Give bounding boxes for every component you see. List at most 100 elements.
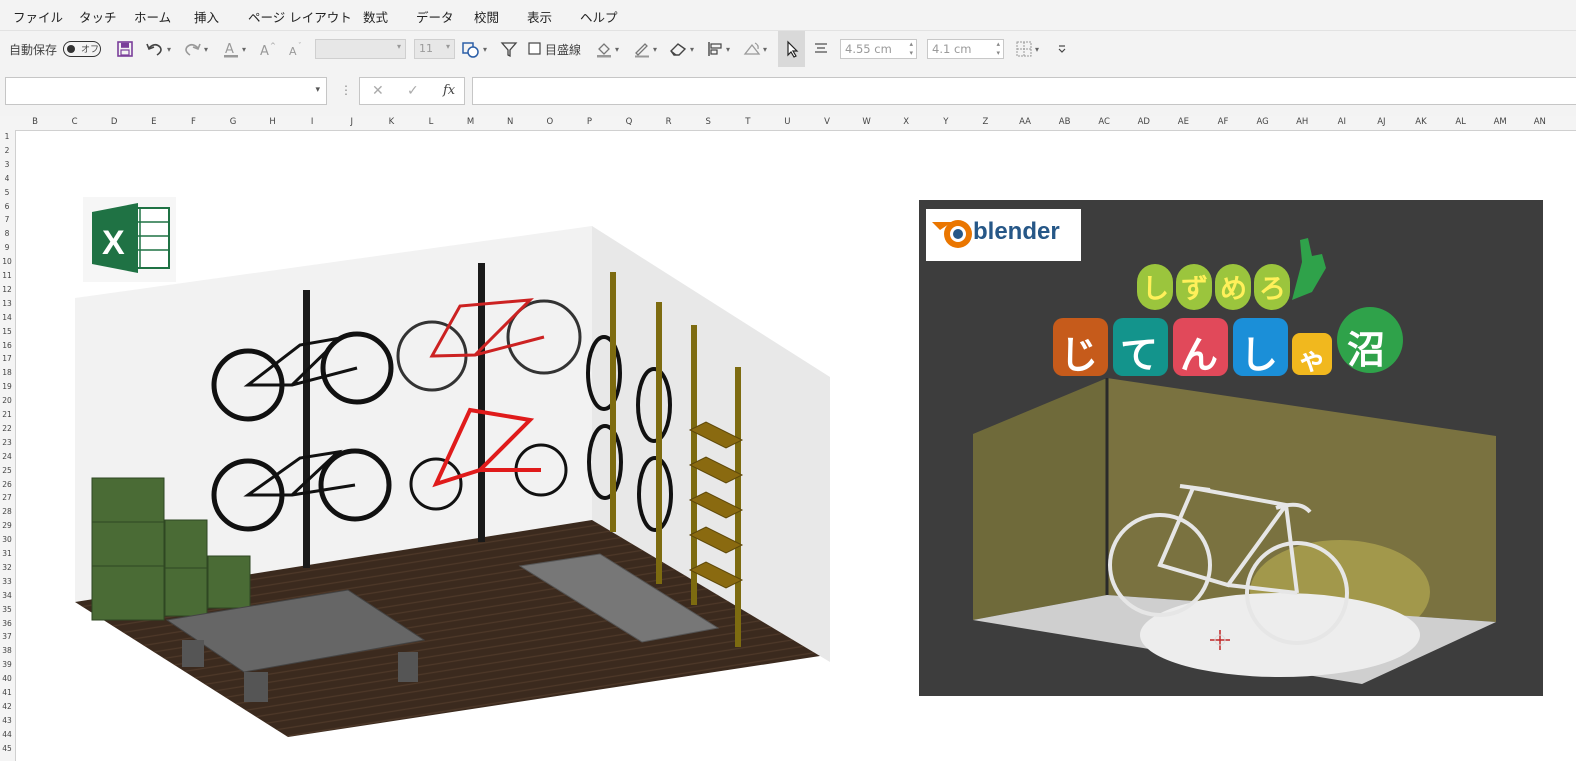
- row-header[interactable]: 45: [0, 744, 14, 753]
- column-header[interactable]: C: [55, 117, 95, 127]
- column-header[interactable]: M: [451, 117, 491, 127]
- row-header[interactable]: 39: [0, 660, 14, 669]
- name-box[interactable]: ▾: [5, 77, 327, 105]
- row-header[interactable]: 13: [0, 299, 14, 308]
- column-header[interactable]: AM: [1480, 117, 1520, 127]
- row-header[interactable]: 1: [0, 132, 14, 141]
- row-header[interactable]: 6: [0, 202, 14, 211]
- row-header[interactable]: 14: [0, 313, 14, 322]
- row-header[interactable]: 21: [0, 410, 14, 419]
- row-header[interactable]: 30: [0, 535, 14, 544]
- column-header[interactable]: Y: [926, 117, 966, 127]
- row-header[interactable]: 42: [0, 702, 14, 711]
- font-shrink-icon[interactable]: Aˇ: [288, 39, 306, 59]
- column-header[interactable]: F: [173, 117, 213, 127]
- redo-icon[interactable]: ▾: [182, 39, 208, 59]
- row-header[interactable]: 28: [0, 507, 14, 516]
- menu-review[interactable]: 校閲: [474, 7, 499, 26]
- menu-touch[interactable]: タッチ: [79, 7, 117, 26]
- shape-width-input[interactable]: 4.1 cm ▴ ▾: [927, 39, 1004, 59]
- row-header[interactable]: 18: [0, 368, 14, 377]
- menu-formulas[interactable]: 数式: [363, 7, 388, 26]
- row-header[interactable]: 40: [0, 674, 14, 683]
- column-header[interactable]: S: [688, 117, 728, 127]
- row-header[interactable]: 38: [0, 646, 14, 655]
- column-header[interactable]: G: [213, 117, 253, 127]
- column-header[interactable]: V: [807, 117, 847, 127]
- column-header[interactable]: Q: [609, 117, 649, 127]
- column-header[interactable]: O: [530, 117, 570, 127]
- menu-page-layout[interactable]: ページ レイアウト: [248, 7, 352, 26]
- borders-icon[interactable]: ▾: [1015, 39, 1039, 59]
- column-header[interactable]: AN: [1520, 117, 1560, 127]
- more-icon[interactable]: [1057, 39, 1067, 59]
- row-header[interactable]: 32: [0, 563, 14, 572]
- row-header[interactable]: 15: [0, 327, 14, 336]
- gridlines-checkbox[interactable]: 目盛線: [528, 39, 581, 59]
- row-header[interactable]: 22: [0, 424, 14, 433]
- row-header[interactable]: 7: [0, 215, 14, 224]
- menu-view[interactable]: 表示: [527, 7, 552, 26]
- column-header[interactable]: J: [332, 117, 372, 127]
- save-icon[interactable]: [116, 39, 134, 59]
- undo-icon[interactable]: ▾: [145, 39, 171, 59]
- row-header[interactable]: 5: [0, 188, 14, 197]
- row-header[interactable]: 33: [0, 577, 14, 586]
- filter-icon[interactable]: [500, 39, 518, 59]
- column-header[interactable]: AI: [1322, 117, 1362, 127]
- outline-icon[interactable]: ▾: [633, 39, 657, 59]
- row-header[interactable]: 8: [0, 229, 14, 238]
- column-header[interactable]: B: [15, 117, 55, 127]
- font-name-select[interactable]: ▾: [315, 39, 406, 59]
- column-header[interactable]: X: [886, 117, 926, 127]
- row-header[interactable]: 4: [0, 174, 14, 183]
- menu-help[interactable]: ヘルプ: [580, 7, 618, 26]
- column-header[interactable]: Z: [965, 117, 1005, 127]
- column-header[interactable]: H: [253, 117, 293, 127]
- row-header[interactable]: 26: [0, 480, 14, 489]
- row-header[interactable]: 16: [0, 341, 14, 350]
- insert-function-icon[interactable]: fx: [443, 83, 455, 98]
- column-header[interactable]: N: [490, 117, 530, 127]
- column-header[interactable]: AH: [1282, 117, 1322, 127]
- eraser-icon[interactable]: ▾: [668, 39, 694, 59]
- cancel-icon[interactable]: ✕: [372, 83, 384, 99]
- shape-height-input[interactable]: 4.55 cm ▴ ▾: [840, 39, 917, 59]
- fill-icon[interactable]: ▾: [595, 39, 619, 59]
- column-header[interactable]: AF: [1203, 117, 1243, 127]
- row-header[interactable]: 43: [0, 716, 14, 725]
- column-header[interactable]: U: [767, 117, 807, 127]
- menu-data[interactable]: データ: [416, 7, 454, 26]
- row-header[interactable]: 34: [0, 591, 14, 600]
- menu-file[interactable]: ファイル: [13, 7, 63, 26]
- column-header[interactable]: D: [94, 117, 134, 127]
- enter-icon[interactable]: ✓: [407, 83, 419, 99]
- column-header[interactable]: W: [847, 117, 887, 127]
- column-header[interactable]: L: [411, 117, 451, 127]
- column-header[interactable]: AA: [1005, 117, 1045, 127]
- rotate-icon[interactable]: ▾: [743, 39, 767, 59]
- column-header[interactable]: I: [292, 117, 332, 127]
- row-header[interactable]: 17: [0, 354, 14, 363]
- row-header[interactable]: 29: [0, 521, 14, 530]
- row-header[interactable]: 31: [0, 549, 14, 558]
- column-header[interactable]: AL: [1441, 117, 1481, 127]
- chevron-down-icon[interactable]: ▾: [315, 85, 320, 95]
- autosave-toggle[interactable]: オフ: [63, 41, 102, 57]
- row-header[interactable]: 35: [0, 605, 14, 614]
- select-arrow-icon[interactable]: [778, 31, 805, 67]
- column-header[interactable]: R: [649, 117, 689, 127]
- row-header[interactable]: 12: [0, 285, 14, 294]
- row-header[interactable]: 24: [0, 452, 14, 461]
- menu-home[interactable]: ホーム: [134, 7, 171, 26]
- font-color-icon[interactable]: A ▾: [222, 39, 246, 59]
- column-header[interactable]: T: [728, 117, 768, 127]
- column-header[interactable]: E: [134, 117, 174, 127]
- align-icon[interactable]: ▾: [706, 39, 730, 59]
- drag-handle-icon[interactable]: ⋮: [340, 83, 352, 97]
- formula-input[interactable]: [472, 77, 1576, 105]
- column-header[interactable]: AJ: [1361, 117, 1401, 127]
- row-header[interactable]: 2: [0, 146, 14, 155]
- menu-insert[interactable]: 挿入: [194, 7, 219, 26]
- column-header[interactable]: AG: [1243, 117, 1283, 127]
